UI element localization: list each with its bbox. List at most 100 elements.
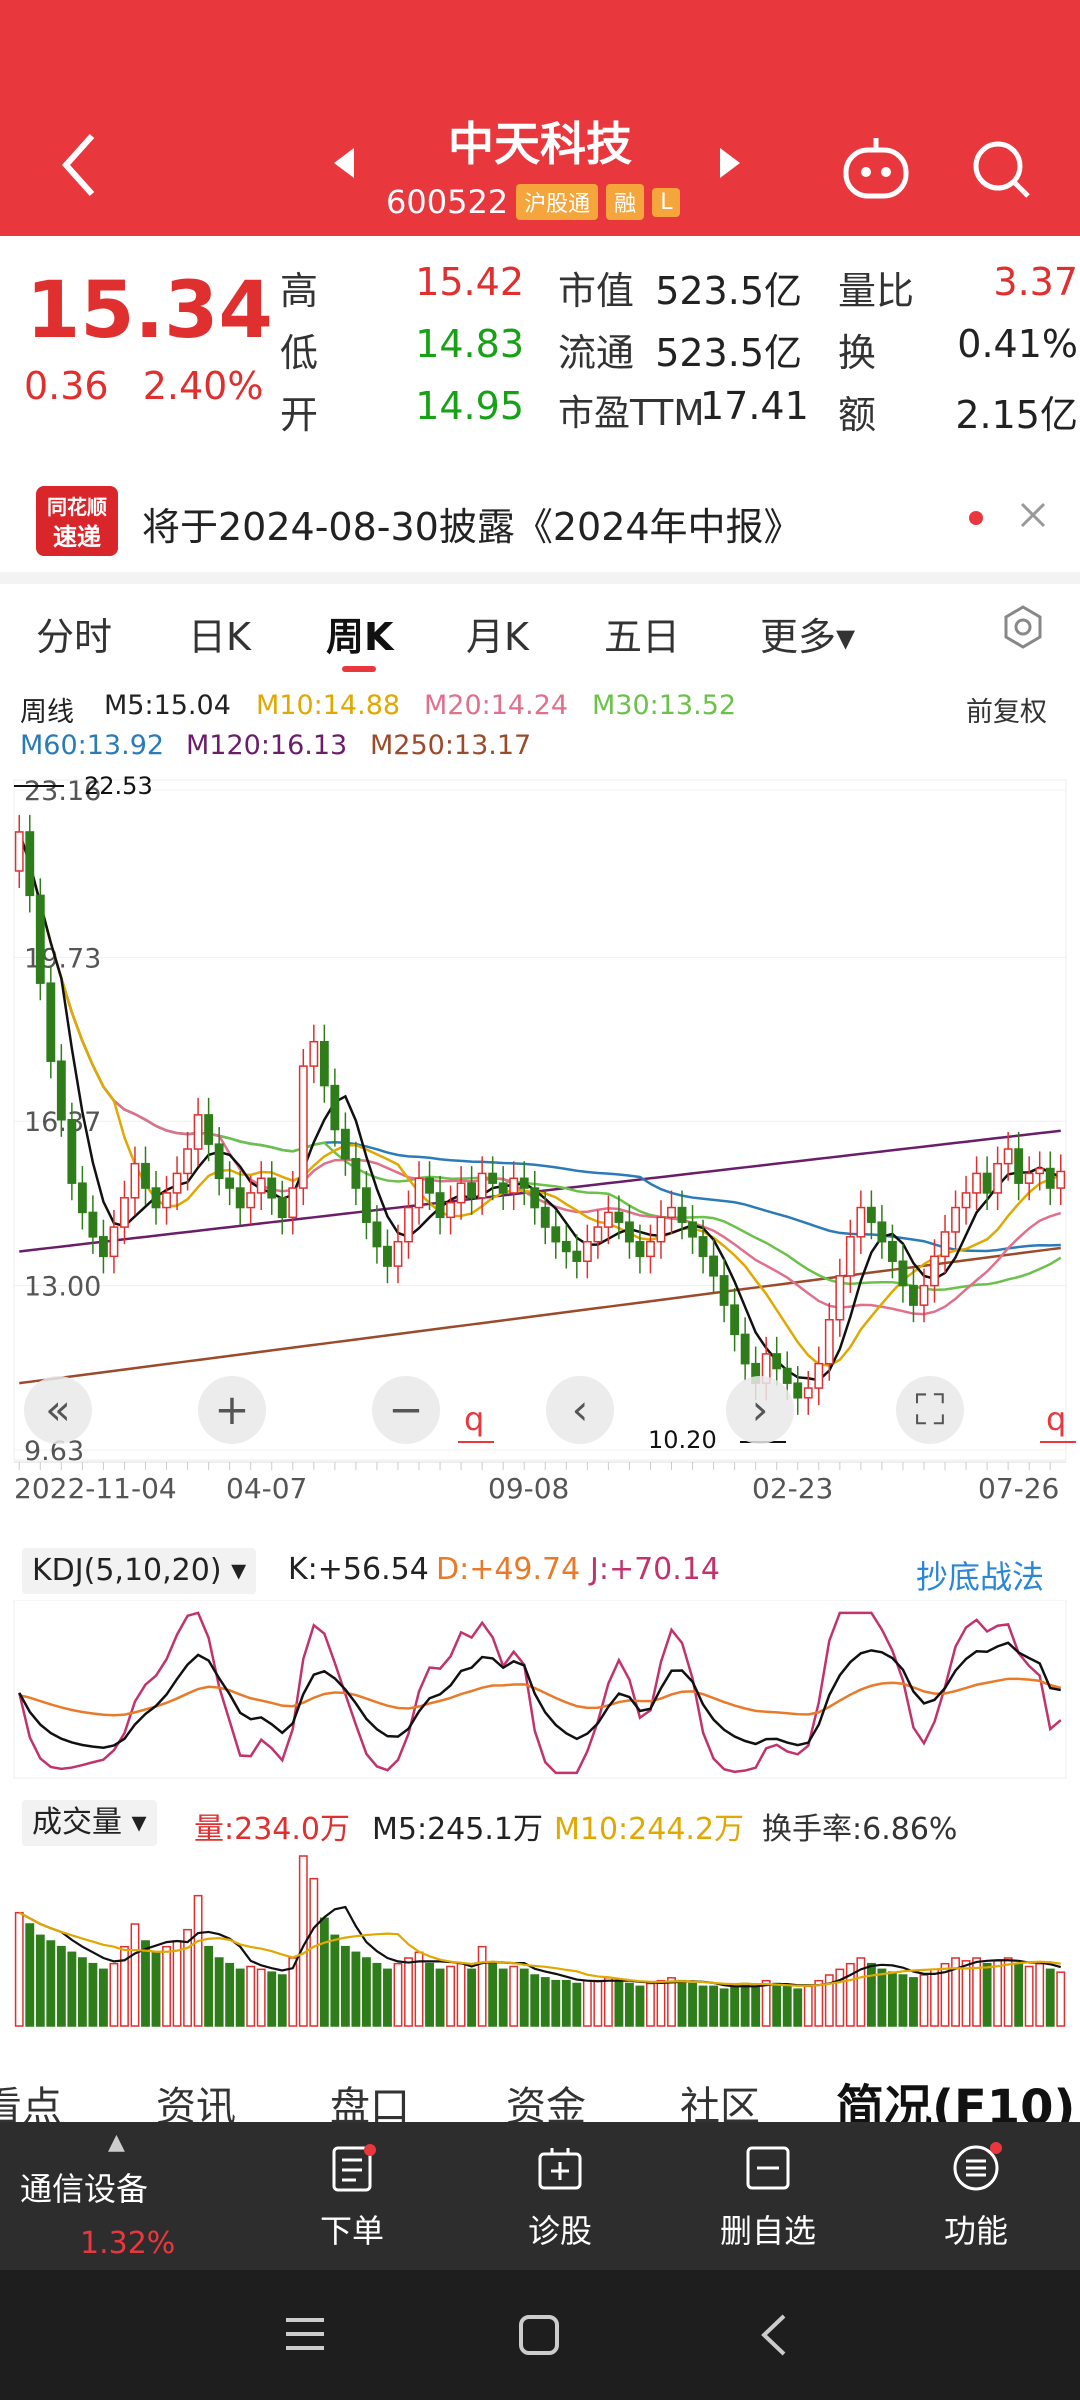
industry-item[interactable]: ▲ 通信设备 1.32% (0, 2122, 240, 2270)
tab-weekly[interactable]: 周K (326, 606, 393, 661)
nav-diagnose[interactable]: 诊股 (470, 2122, 650, 2270)
volume-bar-down (25, 1923, 35, 2027)
kdj-indicator-select[interactable]: KDJ(5,10,20) ▾ (22, 1548, 257, 1594)
tab-monthly[interactable]: 月K (466, 606, 529, 661)
stat-value-volratio: 3.37 (993, 260, 1078, 304)
stat-value-amount: 2.15亿 (955, 393, 1078, 437)
candle-down (677, 1206, 687, 1223)
candle-down (151, 1187, 161, 1209)
x-tick-label: 04-07 (226, 1472, 307, 1500)
volume-bar-up (509, 1965, 519, 2027)
nav-remove-watchlist[interactable]: 删自选 (678, 2122, 858, 2270)
notice-banner[interactable]: 同花顺 速递 将于2024-08-30披露《2024年中报》 (0, 468, 1080, 568)
y-tick-label: 19.73 (24, 943, 101, 974)
scroll-left-button[interactable]: ‹ (546, 1376, 614, 1444)
stat-value-pe: 17.41 (700, 384, 809, 428)
volume-bar-up (404, 1957, 413, 2027)
tab-daily[interactable]: 日K (188, 606, 251, 661)
info-tab-f10[interactable]: 简况(F10) (836, 2070, 1075, 2130)
ma30-value: M30:13.52 (592, 690, 737, 721)
volume-bar-up (256, 1968, 266, 2027)
remove-watchlist-icon (746, 2146, 790, 2190)
q-marker: q (464, 1400, 484, 1438)
candle-down (982, 1172, 992, 1194)
menu-icon (953, 2142, 1002, 2191)
volume-bar-down (866, 1962, 876, 2027)
nav-order[interactable]: 下单 (262, 2122, 442, 2270)
volume-bar-up (130, 1923, 140, 2027)
zoom-out-button[interactable]: − (372, 1376, 440, 1444)
back-icon[interactable] (58, 130, 118, 210)
volume-bar-down (877, 1968, 887, 2027)
volume-bar-up (172, 1940, 182, 2027)
volume-bar-down (635, 1985, 645, 2027)
candle-up (993, 1162, 1003, 1194)
order-icon (332, 2144, 376, 2192)
close-icon[interactable] (1018, 494, 1048, 540)
candlestick-chart[interactable]: 23.1619.7316.3713.009.6322.5310.20q q« + − ‹… (0, 770, 1080, 1500)
volume-bar-down (498, 1968, 508, 2027)
recent-apps-icon[interactable] (284, 2314, 326, 2354)
robot-assistant-icon[interactable] (838, 132, 914, 208)
volume-bar-down (372, 1962, 382, 2027)
chart-frame (13, 779, 1067, 1461)
strategy-link[interactable]: 抄底战法 (916, 1552, 1044, 1598)
stat-value-high: 15.42 (415, 260, 524, 304)
volume-bar-up (393, 1962, 403, 2027)
tab-intraday[interactable]: 分时 (36, 606, 112, 661)
search-icon[interactable] (968, 136, 1034, 202)
candle-down (740, 1333, 750, 1365)
volume-indicator-select[interactable]: 成交量 ▾ (22, 1800, 157, 1846)
industry-change: 1.32% (80, 2226, 176, 2261)
candle-down (635, 1240, 645, 1258)
stat-value-float: 523.5亿 (655, 331, 802, 375)
volume-bar-down (77, 1957, 87, 2027)
adjust-mode[interactable]: 前复权 (966, 690, 1047, 729)
candle-down (772, 1353, 782, 1370)
fullscreen-button[interactable]: ⛶ (896, 1376, 964, 1444)
candle-down (372, 1221, 382, 1248)
tab-five-day[interactable]: 五日 (604, 606, 680, 661)
next-stock-icon[interactable] (718, 146, 742, 189)
volume-bar-up (582, 1979, 592, 2027)
system-back-icon[interactable] (758, 2312, 788, 2358)
volume-bar-up (919, 1974, 929, 2027)
chart-settings-icon[interactable] (1000, 604, 1046, 650)
volume-bar-down (551, 1979, 561, 2027)
candle-down (698, 1236, 708, 1258)
logo-line1: 同花顺 (47, 495, 107, 519)
kdj-select-label: KDJ(5,10,20) (32, 1553, 222, 1588)
candle-up (656, 1216, 666, 1243)
candle-up (193, 1114, 203, 1150)
scroll-right-button[interactable]: › (726, 1376, 794, 1444)
candle-up (930, 1255, 939, 1287)
scroll-right-button-glyph: › (752, 1385, 769, 1434)
volume-bar-down (425, 1962, 434, 2027)
stat-value-turnover: 0.41% (957, 322, 1078, 366)
volume-bar-down (572, 1982, 582, 2027)
system-nav-bar (0, 2270, 1080, 2400)
volume-bar-down (351, 1951, 361, 2027)
prev-stock-icon[interactable] (332, 146, 356, 189)
candle-down (98, 1236, 108, 1258)
candle-down (319, 1040, 329, 1087)
volume-bar-down (488, 1962, 498, 2027)
candle-down (351, 1158, 361, 1189)
volume-bar-down (277, 1974, 287, 2027)
x-tick-label: 07-26 (978, 1472, 1059, 1500)
tab-more[interactable]: 更多▾ (760, 606, 855, 661)
candle-up (835, 1275, 845, 1321)
zoom-in-button[interactable]: + (198, 1376, 266, 1444)
candle-down (25, 831, 35, 897)
scroll-left-fast-button[interactable]: « (24, 1376, 92, 1444)
candle-up (814, 1362, 824, 1389)
candle-up (845, 1236, 855, 1277)
home-icon[interactable] (518, 2314, 560, 2356)
kdj-frame (13, 1600, 1067, 1779)
volume-bar-down (214, 1957, 224, 2027)
volume-bar-up (1035, 1962, 1045, 2027)
price-change: 0.36 2.40% (24, 364, 263, 408)
nav-functions[interactable]: 功能 (886, 2122, 1066, 2270)
volume-bar-up (803, 1985, 813, 2027)
kdj-d-line (18, 1677, 1062, 1717)
